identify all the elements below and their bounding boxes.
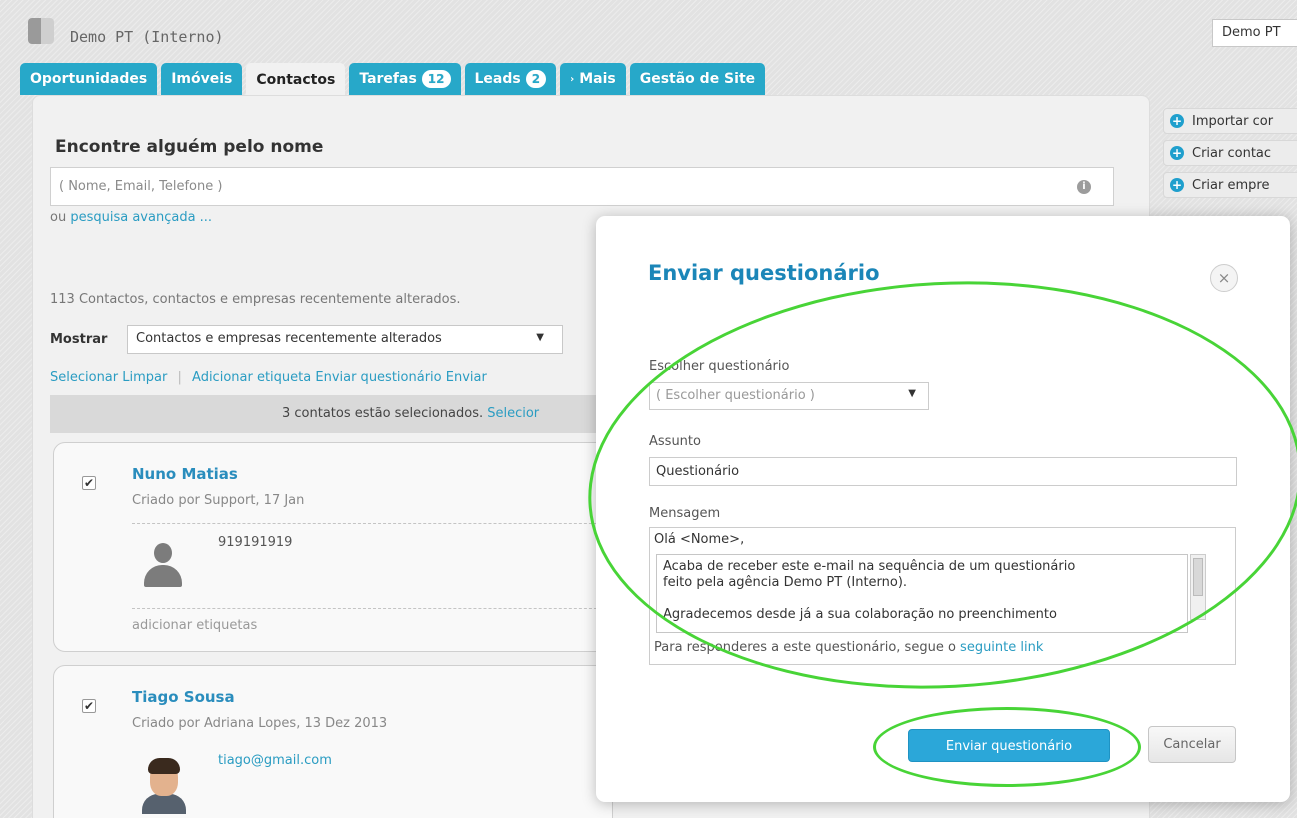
show-filter-select[interactable]: Contactos e empresas recentemente altera…: [127, 325, 563, 354]
chevron-right-icon: ›: [570, 73, 575, 85]
tab-mais[interactable]: › Mais: [560, 63, 626, 95]
contact-name[interactable]: Nuno Matias: [132, 465, 238, 483]
contact-card: ✔ Nuno Matias Criado por Support, 17 Jan…: [53, 442, 613, 652]
user-menu[interactable]: Demo PT: [1212, 19, 1297, 47]
dialog-title: Enviar questionário: [648, 261, 880, 285]
contact-name[interactable]: Tiago Sousa: [132, 688, 235, 706]
advanced-search-prefix: ou: [50, 210, 67, 225]
contact-checkbox[interactable]: ✔: [82, 699, 96, 713]
tab-oportunidades[interactable]: Oportunidades: [20, 63, 158, 95]
tab-label: Gestão de Site: [639, 71, 756, 87]
tarefas-count-badge: 12: [421, 70, 451, 88]
contact-card: ✔ Tiago Sousa Criado por Adriana Lopes, …: [53, 665, 613, 818]
import-contacts-button[interactable]: + Importar cor: [1163, 108, 1297, 134]
message-line: feito pela agência Demo PT (Interno).: [663, 575, 908, 590]
divider: |: [177, 370, 182, 385]
add-tag-link[interactable]: Adicionar etiqueta: [192, 370, 311, 385]
advanced-search-link[interactable]: pesquisa avançada ...: [70, 210, 212, 225]
clear-link[interactable]: Limpar: [122, 370, 167, 385]
contact-created: Criado por Adriana Lopes, 13 Dez 2013: [132, 716, 388, 731]
questionnaire-select[interactable]: ( Escolher questionário ) ▼: [649, 382, 929, 410]
create-company-button[interactable]: + Criar empre: [1163, 172, 1297, 198]
avatar-placeholder-icon: [140, 541, 186, 591]
tab-imoveis[interactable]: Imóveis: [161, 63, 243, 95]
dropdown-arrow-icon: ▼: [908, 388, 916, 399]
subject-field[interactable]: Questionário: [649, 457, 1237, 486]
tab-label: Mais: [579, 71, 616, 87]
close-icon[interactable]: ×: [1210, 264, 1238, 292]
divider: [132, 608, 612, 609]
tab-label: Contactos: [256, 72, 336, 88]
message-line: Acaba de receber este e-mail na sequênci…: [663, 559, 1076, 574]
message-body[interactable]: Acaba de receber este e-mail na sequênci…: [656, 554, 1188, 633]
tab-label: Imóveis: [171, 71, 233, 87]
agency-logo-icon: [28, 18, 54, 44]
contact-checkbox[interactable]: ✔: [82, 476, 96, 490]
contact-phone: 919191919: [218, 535, 293, 550]
tab-label: Leads: [474, 71, 521, 87]
contact-created: Criado por Support, 17 Jan: [132, 493, 305, 508]
agency-title: Demo PT (Interno): [70, 28, 224, 46]
send-link[interactable]: Enviar: [446, 370, 487, 385]
tab-tarefas[interactable]: Tarefas 12: [349, 63, 461, 95]
tab-gestao-site[interactable]: Gestão de Site: [629, 63, 766, 95]
side-button-label: Importar cor: [1192, 113, 1274, 129]
leads-count-badge: 2: [525, 70, 547, 88]
dropdown-arrow-icon: ▼: [536, 332, 544, 343]
cancel-button[interactable]: Cancelar: [1148, 726, 1236, 763]
search-input[interactable]: [51, 168, 1051, 205]
plus-icon: +: [1170, 178, 1184, 192]
show-filter-value: Contactos e empresas recentemente altera…: [136, 331, 442, 346]
scrollbar-thumb[interactable]: [1193, 558, 1203, 596]
message-label: Mensagem: [649, 506, 721, 521]
message-footer: Para responderes a este questionário, se…: [654, 640, 1043, 655]
search-box: i: [50, 167, 1114, 206]
send-questionnaire-button[interactable]: Enviar questionário: [908, 729, 1110, 762]
contact-photo: [140, 758, 186, 814]
tab-leads[interactable]: Leads 2: [464, 63, 557, 95]
bulk-actions: Selecionar Limpar | Adicionar etiqueta E…: [50, 370, 487, 385]
find-title: Encontre alguém pelo nome: [55, 137, 324, 157]
main-tabs: Oportunidades Imóveis Contactos Tarefas 1…: [20, 63, 766, 97]
message-editor[interactable]: Olá <Nome>, Acaba de receber este e-mail…: [649, 527, 1236, 665]
send-questionnaire-link[interactable]: Enviar questionário: [315, 370, 441, 385]
choose-questionnaire-label: Escolher questionário: [649, 359, 790, 374]
plus-icon: +: [1170, 114, 1184, 128]
selection-link[interactable]: Selecior: [487, 406, 539, 421]
message-greeting: Olá <Nome>,: [654, 532, 745, 547]
message-link[interactable]: seguinte link: [960, 640, 1043, 655]
top-bar: Demo PT (Interno) Demo PT: [0, 0, 1297, 58]
recent-count-text: 113 Contactos, contactos e empresas rece…: [50, 292, 461, 307]
tab-label: Oportunidades: [30, 71, 148, 87]
info-icon[interactable]: i: [1077, 180, 1091, 194]
selection-count-text: 3 contatos estão selecionados.: [282, 406, 484, 421]
tab-label: Tarefas: [359, 71, 417, 87]
add-tags-link[interactable]: adicionar etiquetas: [132, 618, 257, 633]
create-contact-button[interactable]: + Criar contac: [1163, 140, 1297, 166]
show-label: Mostrar: [50, 332, 108, 347]
select-all-link[interactable]: Selecionar: [50, 370, 118, 385]
message-footer-text: Para responderes a este questionário, se…: [654, 640, 956, 655]
side-button-label: Criar contac: [1192, 145, 1272, 161]
send-questionnaire-dialog: Enviar questionário × Escolher questioná…: [596, 216, 1290, 802]
selection-bar: 3 contatos estão selecionados. Selecior: [50, 395, 600, 433]
contact-email[interactable]: tiago@gmail.com: [218, 753, 332, 768]
questionnaire-select-value: ( Escolher questionário ): [656, 388, 815, 403]
side-button-label: Criar empre: [1192, 177, 1270, 193]
message-scrollbar[interactable]: [1190, 554, 1206, 620]
message-line: Agradecemos desde já a sua colaboração n…: [663, 607, 1057, 622]
subject-label: Assunto: [649, 434, 701, 449]
plus-icon: +: [1170, 146, 1184, 160]
tab-contactos[interactable]: Contactos: [246, 63, 346, 97]
advanced-search-row: ou pesquisa avançada ...: [50, 210, 212, 225]
divider: [132, 523, 612, 524]
